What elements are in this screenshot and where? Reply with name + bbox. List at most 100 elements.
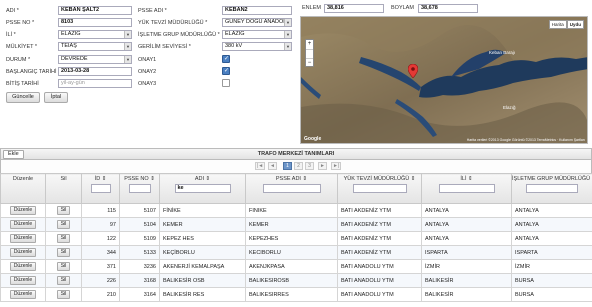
table-row[interactable]: Düzenle Sil 122 5109 KEPEZ HES KEPEZHES …	[0, 231, 592, 246]
sil-button[interactable]: Sil	[56, 276, 71, 285]
col-id[interactable]: İD ⇕	[81, 173, 120, 204]
col-duzenle: Düzenle	[0, 173, 46, 204]
duzenle-button[interactable]: Düzenle	[9, 220, 37, 229]
zoom-in-icon[interactable]: +	[306, 40, 313, 49]
table-row[interactable]: Düzenle Sil 210 3164 BALIKESİR RES BALIK…	[0, 287, 592, 302]
filter-psse-no-input[interactable]	[128, 184, 151, 193]
pager-prev-button[interactable]: ◄	[268, 162, 277, 170]
table-row[interactable]: Düzenle Sil 115 5107 FİNİKE FINIKE BATI …	[0, 203, 592, 218]
onay1-checkbox[interactable]	[222, 55, 230, 63]
col-yuk-tevzi[interactable]: YÜK TEVZİ MÜDÜRLÜĞÜ ⇕	[337, 173, 422, 204]
table-row[interactable]: Düzenle Sil 371 3236 AKENERJİ KEMALPAŞA …	[0, 259, 592, 274]
duzenle-button[interactable]: Düzenle	[9, 262, 37, 271]
table-row[interactable]: Düzenle Sil 344 5133 KEÇİBORLU KECIBORLU…	[0, 245, 592, 260]
filter-id-input[interactable]	[90, 184, 111, 193]
psse-adi-input[interactable]: KEBAN2	[222, 6, 292, 15]
filter-il-input[interactable]	[438, 184, 495, 193]
adi-input[interactable]: KEBAN ŞALT2	[58, 6, 132, 15]
col-isletme[interactable]: İŞLETME GRUP MÜDÜRLÜĞÜ ⇕	[511, 173, 592, 204]
guncelle-button[interactable]: Güncelle	[6, 92, 40, 103]
sil-button[interactable]: Sil	[56, 206, 71, 215]
bitis-row: BİTİŞ TARİHİ	[6, 79, 39, 89]
baslangic-row: BAŞLANGIÇ TARİHİ	[6, 67, 57, 77]
filter-isletme-input[interactable]	[526, 184, 578, 193]
duzenle-button[interactable]: Düzenle	[9, 234, 37, 243]
iptal-button[interactable]: İptal	[44, 92, 68, 103]
zoom-slider[interactable]	[306, 49, 313, 59]
pager-page-2[interactable]: 2	[294, 162, 303, 170]
isletme-select[interactable]: ELAZIĞ ▼	[222, 30, 292, 39]
gerilim-select[interactable]: 380 kV ▼	[222, 42, 292, 51]
cell-psse-adi: BALIKESIROSB	[245, 273, 338, 288]
pager-page-3[interactable]: 3	[305, 162, 314, 170]
cell-il: ANTALYA	[421, 217, 512, 232]
filter-adi-input[interactable]: ke	[174, 184, 231, 193]
baslangic-date-input[interactable]: 2013-03-28	[58, 67, 132, 76]
onay1-label: ONAY1	[138, 57, 157, 63]
isletme-select-value: ELAZIĞ	[225, 31, 245, 37]
cell-id: 122	[81, 231, 120, 246]
bitis-label: BİTİŞ TARİHİ	[6, 81, 39, 87]
filter-psse-adi-input[interactable]	[262, 184, 321, 193]
table-row[interactable]: Düzenle Sil 226 3168 BALIKESİR OSB BALIK…	[0, 273, 592, 288]
bitis-date-input[interactable]: yil-ay-gün	[58, 79, 132, 88]
cell-psse-adi: KEMER	[245, 217, 338, 232]
col-adi[interactable]: ADI ⇕ ke	[159, 173, 246, 204]
col-psse-adi-label: PSSE ADI	[275, 176, 301, 182]
cell-yuk-tevzi: BATI AKDENİZ YTM	[337, 217, 422, 232]
duzenle-button[interactable]: Düzenle	[9, 290, 37, 299]
zoom-control: + −	[305, 39, 314, 67]
boylam-input[interactable]: 38,678	[418, 4, 478, 13]
cell-yuk-tevzi: BATI ANADOLU YTM	[337, 287, 422, 302]
sil-button[interactable]: Sil	[56, 220, 71, 229]
pager-last-button[interactable]: ►|	[331, 162, 342, 170]
col-psse-adi[interactable]: PSSE ADI ⇕	[245, 173, 338, 204]
sort-icon: ⇕	[302, 176, 308, 182]
sil-button[interactable]: Sil	[56, 262, 71, 271]
table-header-row: Düzenle Sil İD ⇕ PSSE NO ⇕ ADI ⇕ ke PSSE …	[0, 173, 592, 204]
col-psse-no[interactable]: PSSE NO ⇕	[119, 173, 160, 204]
cell-psse-no: 3236	[119, 259, 160, 274]
cell-isletme: ANTALYA	[511, 231, 592, 246]
map-view[interactable]: Keban Barajı Elazığ Harita Uydu + − Goog…	[300, 16, 588, 144]
sil-button[interactable]: Sil	[56, 234, 71, 243]
zoom-out-icon[interactable]: −	[306, 59, 313, 68]
isletme-label: İŞLETME GRUP MÜDÜRLÜĞÜ *	[138, 32, 220, 38]
onay1-row: ONAY1	[138, 55, 156, 65]
onay2-label: ONAY2	[138, 69, 157, 75]
psse-no-label: PSSE NO *	[6, 20, 35, 26]
enlem-input[interactable]: 38,816	[324, 4, 384, 13]
pager-next-button[interactable]: ►	[318, 162, 327, 170]
onay2-row: ONAY2	[138, 67, 156, 77]
durum-select[interactable]: DEVREDE ▼	[58, 55, 132, 64]
duzenle-button[interactable]: Düzenle	[9, 206, 37, 215]
col-il[interactable]: İLİ ⇕	[421, 173, 512, 204]
il-select[interactable]: ELAZIĞ ▼	[58, 30, 132, 39]
durum-label: DURUM *	[6, 57, 31, 63]
pager-first-button[interactable]: |◄	[255, 162, 266, 170]
pager-page-1[interactable]: 1	[283, 162, 292, 170]
duzenle-button[interactable]: Düzenle	[9, 276, 37, 285]
table-row[interactable]: Düzenle Sil 97 5104 KEMER KEMER BATI AKD…	[0, 217, 592, 232]
sil-button[interactable]: Sil	[56, 248, 71, 257]
map-attribution: Harita verileri ©2013 Google Görüntü ©20…	[466, 138, 585, 142]
duzenle-button[interactable]: Düzenle	[9, 248, 37, 257]
cell-duzenle: Düzenle	[0, 203, 46, 218]
tab-map[interactable]: Harita	[548, 20, 567, 29]
yuk-tevzi-select[interactable]: GÜNEY DOĞU ANADOLU ▼	[222, 18, 292, 27]
tab-satellite[interactable]: Uydu	[566, 20, 584, 29]
onay3-checkbox[interactable]	[222, 79, 230, 87]
cell-psse-no: 5109	[119, 231, 160, 246]
durum-row: DURUM *	[6, 55, 30, 65]
cell-duzenle: Düzenle	[0, 231, 46, 246]
cell-isletme: ISPARTA	[511, 245, 592, 260]
cell-psse-adi: BALIKESIRRES	[245, 287, 338, 302]
cell-psse-adi: FINIKE	[245, 203, 338, 218]
sil-button[interactable]: Sil	[56, 290, 71, 299]
baslangic-label: BAŞLANGIÇ TARİHİ	[6, 69, 57, 75]
location-pin-icon[interactable]	[408, 64, 418, 78]
psse-no-input[interactable]: 8103	[58, 18, 132, 27]
onay2-checkbox[interactable]	[222, 67, 230, 75]
filter-yuk-tevzi-input[interactable]	[352, 184, 407, 193]
mulkiyet-select[interactable]: TEİAŞ ▼	[58, 42, 132, 51]
